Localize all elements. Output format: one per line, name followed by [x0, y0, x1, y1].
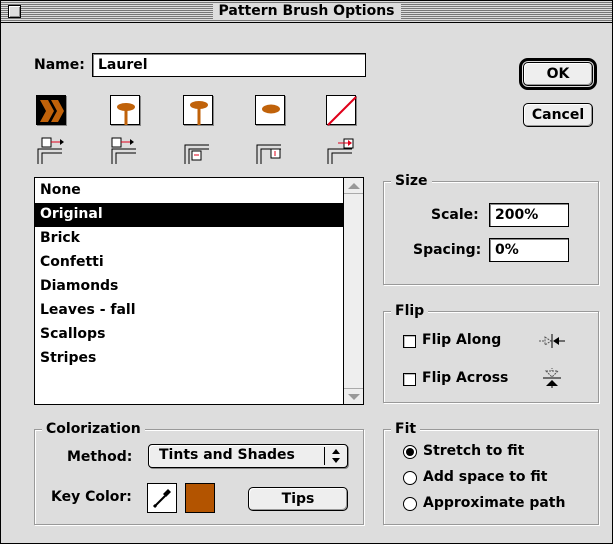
eyedropper-icon	[152, 489, 171, 509]
end-tile[interactable]	[326, 95, 357, 126]
size-group	[383, 181, 599, 285]
fit-group-title: Fit	[391, 421, 421, 437]
flip-across-icon	[543, 368, 561, 388]
pattern-list-scrollbar[interactable]	[343, 178, 363, 404]
scale-field[interactable]: 200%	[489, 203, 569, 227]
pattern-list-items: None Original Brick Confetti Diamonds Le…	[35, 179, 343, 371]
outer-corner-tile[interactable]	[110, 95, 140, 125]
start-tile[interactable]	[255, 95, 285, 125]
flip-along-icon	[539, 334, 565, 348]
method-popup[interactable]: Tints and Shades	[148, 444, 348, 468]
scroll-up-button[interactable]	[344, 178, 363, 194]
stretch-to-fit-label[interactable]: Stretch to fit	[423, 443, 524, 459]
flip-group	[383, 311, 599, 403]
list-item[interactable]: Stripes	[35, 347, 343, 371]
scroll-down-button[interactable]	[344, 388, 363, 404]
popup-divider	[324, 447, 325, 465]
approximate-path-radio[interactable]	[403, 497, 417, 511]
scale-label: Scale:	[431, 207, 479, 223]
title-bar[interactable]: Pattern Brush Options	[1, 1, 612, 23]
method-popup-value: Tints and Shades	[159, 447, 295, 463]
name-field[interactable]: Laurel	[92, 53, 366, 77]
add-space-to-fit-radio[interactable]	[403, 471, 417, 485]
stretch-to-fit-radio[interactable]	[403, 445, 417, 459]
list-item[interactable]: Confetti	[35, 251, 343, 275]
flip-along-label[interactable]: Flip Along	[422, 332, 501, 348]
name-label: Name:	[34, 57, 85, 73]
leaf-icon	[262, 104, 280, 114]
add-space-to-fit-label[interactable]: Add space to fit	[423, 469, 547, 485]
list-item[interactable]: Scallops	[35, 323, 343, 347]
key-color-swatch[interactable]	[185, 483, 215, 513]
radio-selected-dot	[406, 448, 414, 456]
scroll-up-arrow-icon	[348, 183, 360, 189]
size-group-title: Size	[391, 173, 432, 189]
side-tile[interactable]	[36, 95, 66, 125]
inner-corner-tile[interactable]	[183, 95, 213, 125]
close-box[interactable]	[8, 5, 21, 18]
flip-group-title: Flip	[391, 303, 429, 319]
list-item-selected[interactable]: Original	[35, 203, 343, 227]
approximate-path-label[interactable]: Approximate path	[423, 495, 565, 511]
outer-corner-position-icon	[111, 137, 136, 164]
ok-button[interactable]: OK	[523, 62, 593, 86]
scroll-down-arrow-icon	[348, 394, 360, 400]
method-label: Method:	[67, 449, 133, 465]
inner-corner-position-icon	[184, 144, 209, 164]
chevron-pattern-icon	[40, 100, 64, 122]
start-position-icon	[256, 144, 281, 164]
side-tile-position-icon	[37, 137, 64, 164]
list-item[interactable]: Brick	[35, 227, 343, 251]
spacing-label: Spacing:	[413, 242, 482, 258]
pattern-brush-options-dialog: Pattern Brush Options Name: Laurel OK Ca…	[0, 0, 613, 544]
cancel-button[interactable]: Cancel	[523, 103, 593, 127]
list-item[interactable]: Leaves - fall	[35, 299, 343, 323]
list-item[interactable]: None	[35, 179, 343, 203]
pattern-list[interactable]: None Original Brick Confetti Diamonds Le…	[34, 177, 364, 405]
updown-arrows-icon	[332, 449, 340, 463]
flip-across-checkbox[interactable]	[403, 373, 416, 386]
key-color-label: Key Color:	[51, 489, 132, 505]
window-title: Pattern Brush Options	[212, 3, 401, 20]
colorization-group-title: Colorization	[42, 421, 145, 437]
leaf-stem-icon	[190, 101, 208, 125]
flip-across-label[interactable]: Flip Across	[422, 370, 508, 386]
list-item[interactable]: Diamonds	[35, 275, 343, 299]
leaf-stem-icon	[117, 103, 135, 125]
spacing-field[interactable]: 0%	[489, 238, 569, 262]
eyedropper-button[interactable]	[147, 483, 177, 513]
tips-button[interactable]: Tips	[248, 487, 348, 511]
none-slash-icon	[327, 96, 357, 126]
flip-along-checkbox[interactable]	[403, 335, 416, 348]
end-position-icon	[327, 138, 354, 164]
